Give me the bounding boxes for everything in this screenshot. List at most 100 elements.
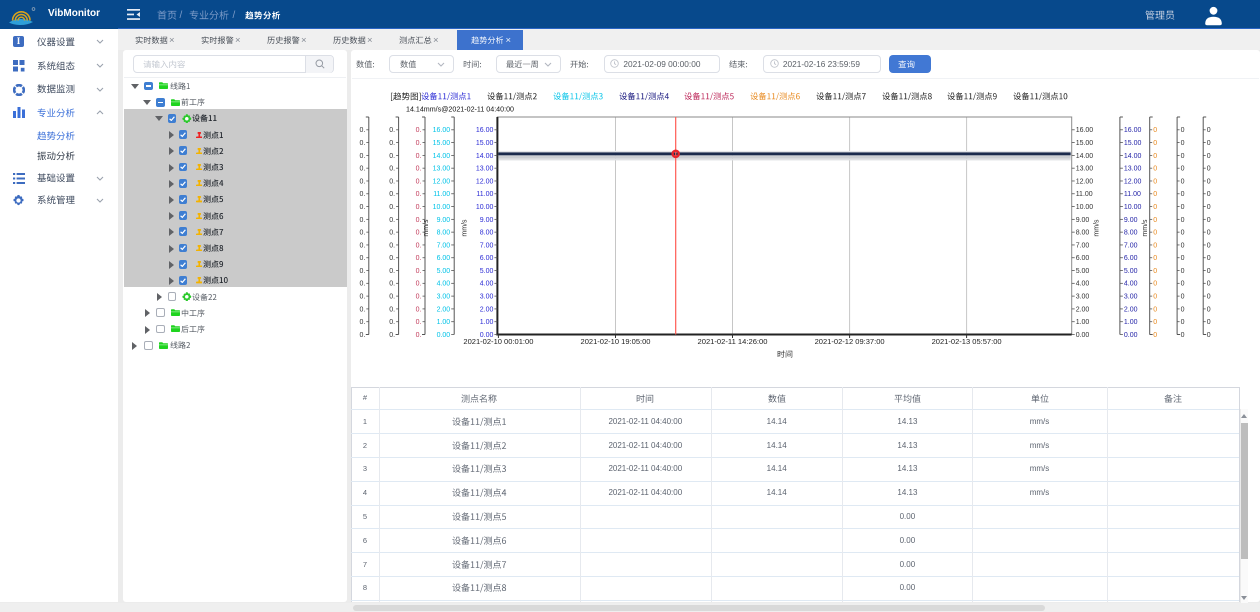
svg-text:0: 0 bbox=[1153, 140, 1157, 147]
svg-text:2021-02-10 19:05:00: 2021-02-10 19:05:00 bbox=[581, 339, 651, 346]
svg-text:0.: 0. bbox=[416, 191, 422, 198]
svg-text:0: 0 bbox=[1153, 319, 1157, 326]
svg-text:1.00: 1.00 bbox=[480, 319, 494, 326]
svg-text:0: 0 bbox=[1153, 281, 1157, 288]
svg-text:2021-02-12 09:37:00: 2021-02-12 09:37:00 bbox=[815, 339, 885, 346]
svg-text:0.: 0. bbox=[389, 217, 395, 224]
svg-text:0.: 0. bbox=[389, 306, 395, 313]
svg-text:9.00: 9.00 bbox=[1076, 217, 1090, 224]
svg-text:0.: 0. bbox=[359, 127, 365, 134]
svg-text:13.00: 13.00 bbox=[433, 166, 451, 173]
svg-text:0.: 0. bbox=[359, 332, 365, 339]
svg-text:0.: 0. bbox=[389, 230, 395, 237]
svg-text:12.00: 12.00 bbox=[1076, 178, 1094, 185]
svg-text:0: 0 bbox=[1153, 178, 1157, 185]
svg-text:0.: 0. bbox=[359, 217, 365, 224]
svg-text:13.00: 13.00 bbox=[1124, 166, 1142, 173]
svg-text:3.00: 3.00 bbox=[1076, 294, 1090, 301]
svg-text:0.: 0. bbox=[416, 268, 422, 275]
svg-text:5.00: 5.00 bbox=[1076, 268, 1090, 275]
svg-text:0: 0 bbox=[1207, 332, 1211, 339]
svg-text:0.: 0. bbox=[416, 127, 422, 134]
svg-text:9.00: 9.00 bbox=[480, 217, 494, 224]
svg-text:0.: 0. bbox=[389, 268, 395, 275]
svg-text:0: 0 bbox=[1153, 153, 1157, 160]
svg-text:5.00: 5.00 bbox=[1124, 268, 1138, 275]
svg-text:0.: 0. bbox=[416, 140, 422, 147]
svg-text:15.00: 15.00 bbox=[1076, 140, 1094, 147]
svg-text:2.00: 2.00 bbox=[1076, 306, 1090, 313]
svg-text:0.: 0. bbox=[389, 153, 395, 160]
svg-text:0.: 0. bbox=[359, 242, 365, 249]
svg-text:0.00: 0.00 bbox=[1076, 332, 1090, 339]
svg-text:0: 0 bbox=[1207, 153, 1211, 160]
svg-text:0: 0 bbox=[1181, 178, 1185, 185]
svg-text:5.00: 5.00 bbox=[480, 268, 494, 275]
svg-text:7.00: 7.00 bbox=[437, 242, 451, 249]
svg-text:15.00: 15.00 bbox=[1124, 140, 1142, 147]
svg-text:0: 0 bbox=[1153, 217, 1157, 224]
svg-text:0: 0 bbox=[1181, 294, 1185, 301]
svg-text:0: 0 bbox=[1181, 306, 1185, 313]
svg-text:12.00: 12.00 bbox=[1124, 178, 1142, 185]
svg-text:0: 0 bbox=[1181, 242, 1185, 249]
svg-text:10.00: 10.00 bbox=[476, 204, 494, 211]
svg-text:0: 0 bbox=[1207, 281, 1211, 288]
svg-text:0: 0 bbox=[1153, 166, 1157, 173]
svg-text:8.00: 8.00 bbox=[1124, 230, 1138, 237]
svg-text:3.00: 3.00 bbox=[437, 294, 451, 301]
svg-text:0.: 0. bbox=[389, 204, 395, 211]
svg-text:0: 0 bbox=[1181, 191, 1185, 198]
svg-text:0: 0 bbox=[1153, 294, 1157, 301]
svg-text:0.: 0. bbox=[416, 230, 422, 237]
svg-text:0.: 0. bbox=[416, 332, 422, 339]
svg-text:8.00: 8.00 bbox=[1076, 230, 1090, 237]
svg-text:0: 0 bbox=[1181, 166, 1185, 173]
svg-text:13.00: 13.00 bbox=[476, 166, 494, 173]
svg-text:2021-02-10 00:01:00: 2021-02-10 00:01:00 bbox=[463, 339, 533, 346]
svg-text:0: 0 bbox=[1181, 268, 1185, 275]
svg-text:16.00: 16.00 bbox=[1124, 127, 1142, 134]
svg-text:14.00: 14.00 bbox=[476, 153, 494, 160]
svg-text:0: 0 bbox=[1207, 294, 1211, 301]
svg-text:11.00: 11.00 bbox=[1124, 191, 1141, 198]
svg-text:0: 0 bbox=[1181, 332, 1185, 339]
svg-text:16.00: 16.00 bbox=[1076, 127, 1094, 134]
svg-text:0.: 0. bbox=[389, 140, 395, 147]
svg-text:0.: 0. bbox=[389, 319, 395, 326]
svg-text:1.00: 1.00 bbox=[1124, 319, 1138, 326]
svg-text:14.00: 14.00 bbox=[1124, 153, 1142, 160]
svg-text:0.: 0. bbox=[389, 294, 395, 301]
svg-text:0.: 0. bbox=[359, 306, 365, 313]
svg-text:2.00: 2.00 bbox=[480, 306, 494, 313]
svg-text:0: 0 bbox=[1207, 306, 1211, 313]
svg-text:0: 0 bbox=[1153, 255, 1157, 262]
svg-text:0.: 0. bbox=[389, 255, 395, 262]
svg-text:0.: 0. bbox=[416, 153, 422, 160]
svg-text:0: 0 bbox=[1153, 306, 1157, 313]
svg-text:0.: 0. bbox=[359, 153, 365, 160]
svg-text:0: 0 bbox=[1181, 217, 1185, 224]
svg-text:8.00: 8.00 bbox=[437, 230, 451, 237]
svg-text:0: 0 bbox=[1153, 204, 1157, 211]
svg-text:1.00: 1.00 bbox=[1076, 319, 1090, 326]
svg-text:0.: 0. bbox=[416, 319, 422, 326]
svg-text:0.: 0. bbox=[359, 319, 365, 326]
svg-text:8.00: 8.00 bbox=[480, 230, 494, 237]
svg-text:12.00: 12.00 bbox=[476, 178, 494, 185]
svg-text:0: 0 bbox=[1153, 191, 1157, 198]
svg-text:15.00: 15.00 bbox=[476, 140, 494, 147]
svg-text:4.00: 4.00 bbox=[1124, 281, 1138, 288]
svg-text:0.: 0. bbox=[416, 204, 422, 211]
svg-text:0: 0 bbox=[1207, 268, 1211, 275]
svg-text:0.: 0. bbox=[359, 204, 365, 211]
svg-text:0: 0 bbox=[1207, 178, 1211, 185]
svg-text:9.00: 9.00 bbox=[437, 217, 451, 224]
svg-text:0.: 0. bbox=[359, 268, 365, 275]
svg-text:10.00: 10.00 bbox=[1124, 204, 1142, 211]
svg-text:0: 0 bbox=[1207, 166, 1211, 173]
svg-text:4.00: 4.00 bbox=[437, 281, 451, 288]
svg-text:mm/s: mm/s bbox=[1094, 219, 1101, 237]
svg-text:0: 0 bbox=[1181, 230, 1185, 237]
svg-text:0: 0 bbox=[1153, 268, 1157, 275]
